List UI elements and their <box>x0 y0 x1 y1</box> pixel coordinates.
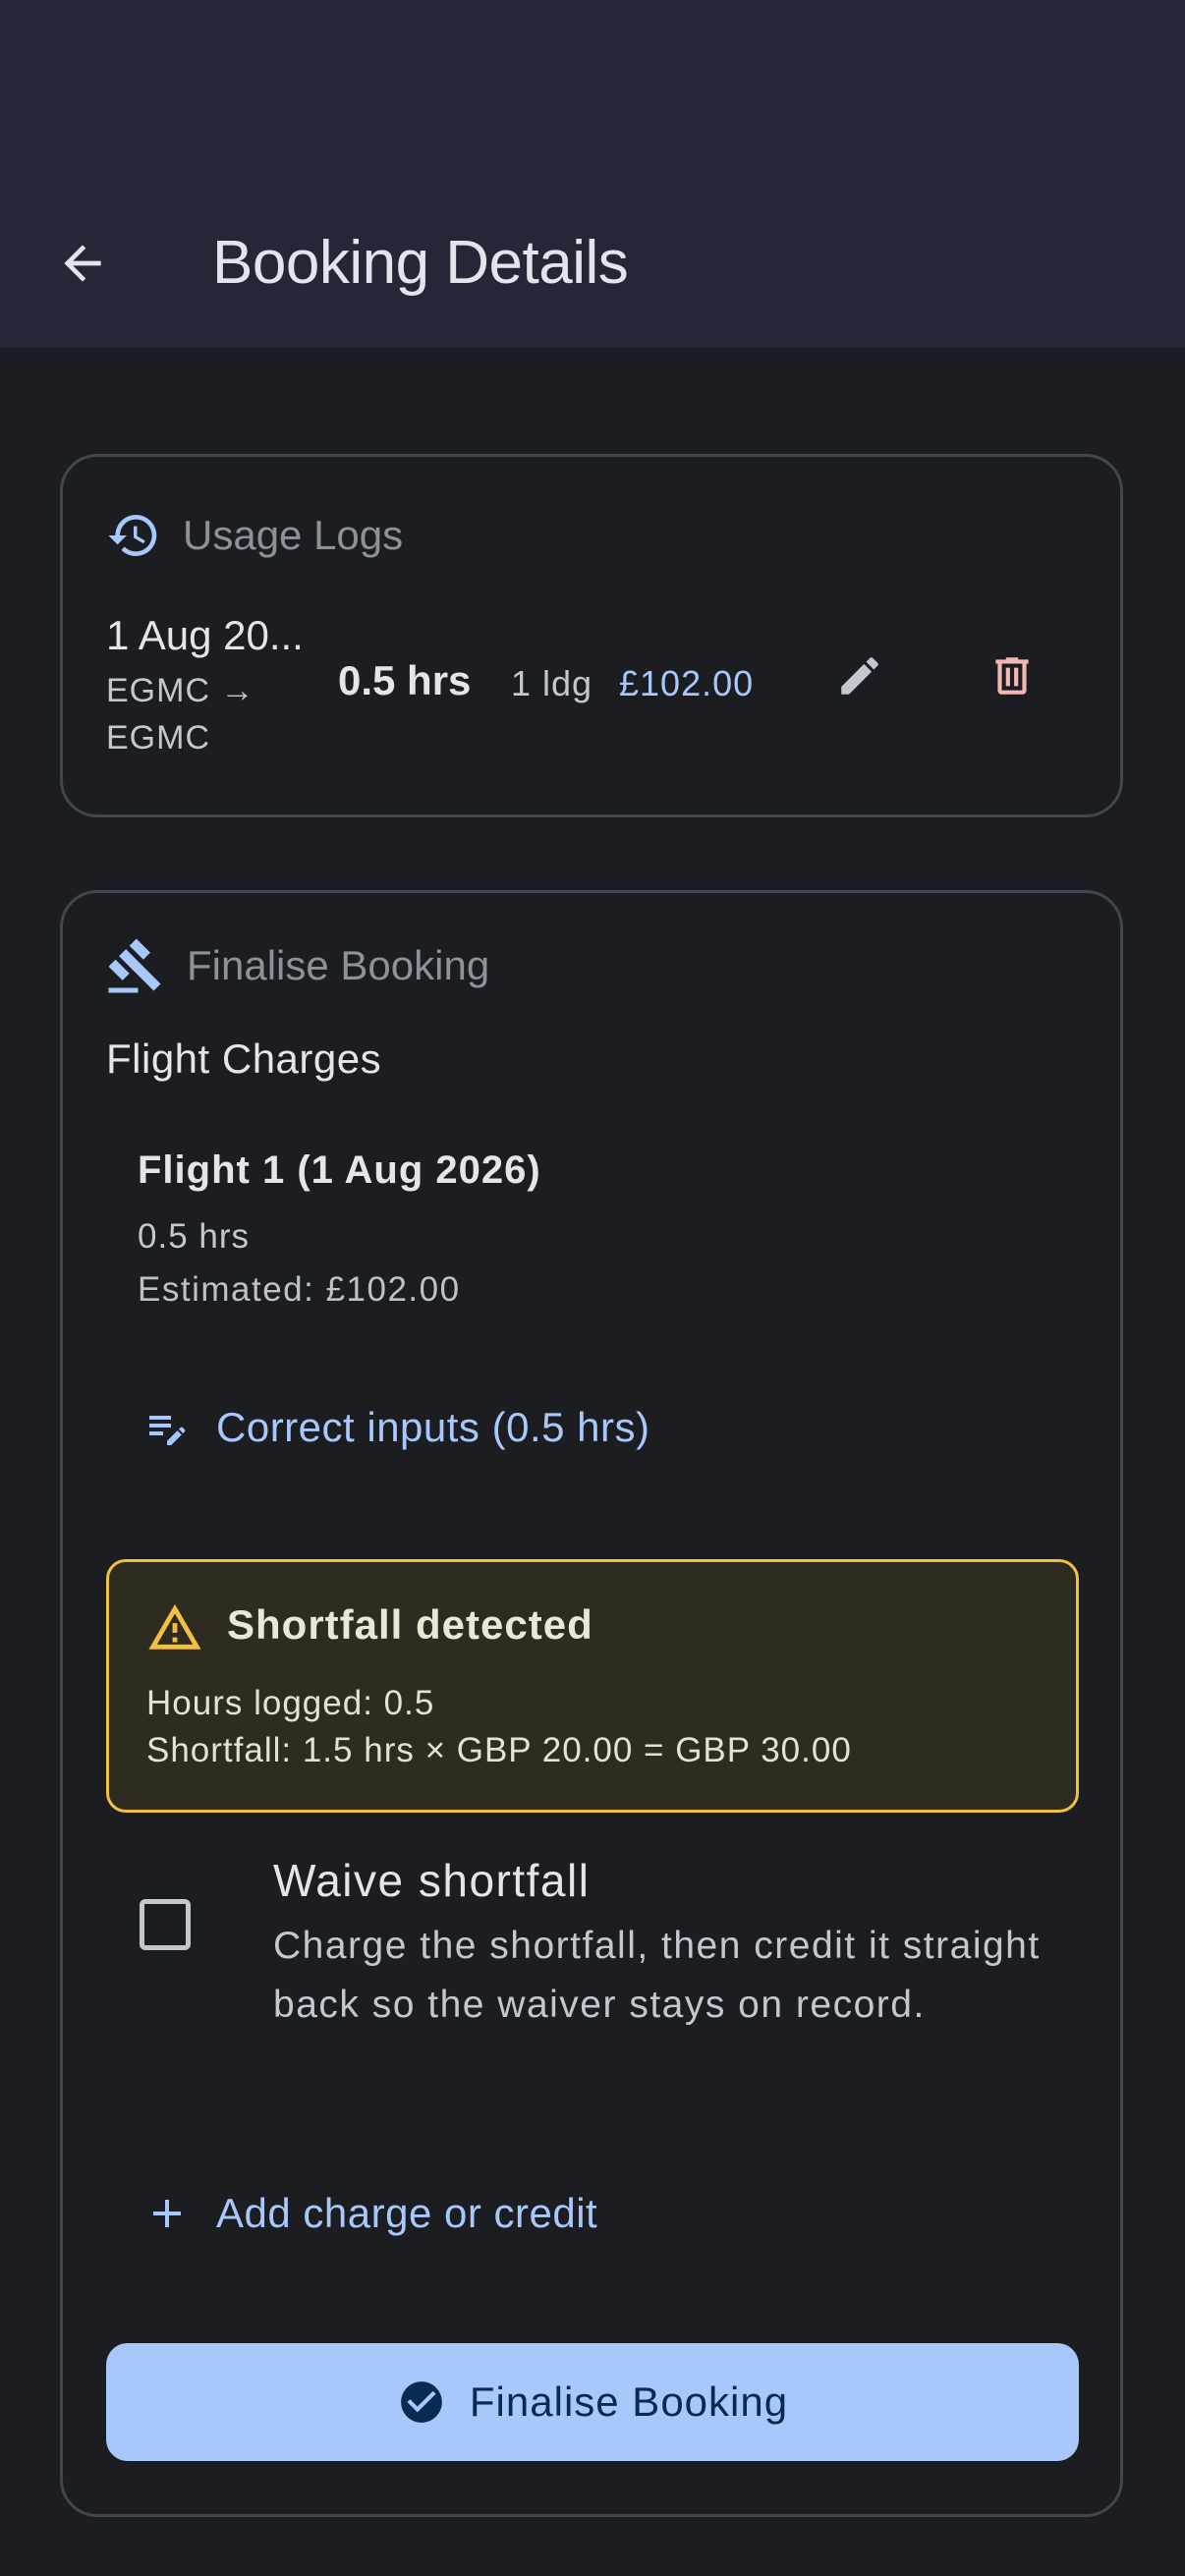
log-route: EGMC → EGMC <box>106 672 255 756</box>
warning-icon <box>148 1603 201 1650</box>
delete-log-button[interactable] <box>977 641 1047 711</box>
check-circle-icon <box>401 2381 442 2423</box>
flight-title: Flight 1 (1 Aug 2026) <box>138 1148 541 1192</box>
usage-logs-card: Usage Logs 1 Aug 20... EGMC → EGMC 0.5 h… <box>60 454 1123 817</box>
correct-inputs-button[interactable]: Correct inputs (0.5 hrs) <box>143 1404 649 1451</box>
finalise-button-label: Finalise Booking <box>469 2379 789 2425</box>
correct-inputs-label: Correct inputs (0.5 hrs) <box>216 1404 650 1450</box>
page-title: Booking Details <box>212 229 629 297</box>
usage-logs-header: Usage Logs <box>106 508 403 563</box>
waive-shortfall-description: Charge the shortfall, then credit it str… <box>273 1925 1041 2026</box>
shortfall-warning: Shortfall detected Hours logged: 0.5 Sho… <box>106 1559 1079 1813</box>
history-icon <box>108 515 157 556</box>
waive-shortfall-title: Waive shortfall <box>273 1855 591 1906</box>
log-landings: 1 ldg <box>511 663 593 703</box>
waive-shortfall-checkbox[interactable] <box>140 1899 191 1950</box>
add-charge-label: Add charge or credit <box>216 2190 598 2236</box>
app-bar: Booking Details <box>0 0 1185 348</box>
log-hours: 0.5 hrs <box>338 657 472 703</box>
flight-hours: 0.5 hrs <box>138 1217 250 1256</box>
back-button[interactable] <box>47 228 118 299</box>
add-charge-button[interactable]: Add charge or credit <box>143 2190 597 2237</box>
delete-icon <box>995 657 1029 695</box>
edit-note-icon <box>149 1416 186 1445</box>
shortfall-detail: Shortfall: 1.5 hrs × GBP 20.00 = GBP 30.… <box>146 1731 852 1769</box>
add-icon <box>153 2200 181 2227</box>
flight-estimated: Estimated: £102.00 <box>138 1270 461 1309</box>
flight-charges-heading: Flight Charges <box>106 1036 382 1082</box>
gavel-icon <box>108 938 161 993</box>
shortfall-title: Shortfall detected <box>227 1601 593 1648</box>
edit-log-button[interactable] <box>824 641 895 711</box>
finalise-header: Finalise Booking <box>106 936 489 995</box>
finalise-booking-button[interactable]: Finalise Booking <box>106 2343 1079 2461</box>
finalise-booking-card: Finalise Booking Flight Charges Flight 1… <box>60 890 1123 2517</box>
log-date: 1 Aug 20... <box>106 612 304 658</box>
shortfall-hours-logged: Hours logged: 0.5 <box>146 1684 435 1722</box>
arrow-back-icon <box>64 245 101 282</box>
usage-logs-title: Usage Logs <box>183 512 404 558</box>
edit-icon <box>841 657 878 695</box>
finalise-title: Finalise Booking <box>187 942 490 988</box>
log-amount: £102.00 <box>619 663 755 703</box>
